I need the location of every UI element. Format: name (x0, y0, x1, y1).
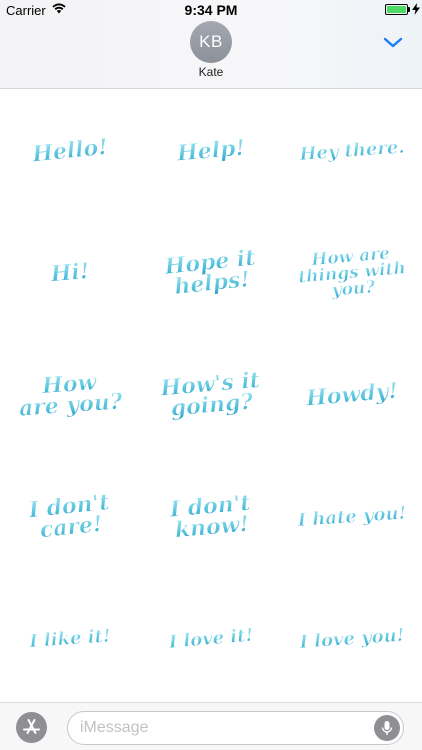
sticker-text: Hello! (30, 134, 109, 168)
chevron-down-icon[interactable] (382, 34, 404, 50)
avatar[interactable]: KB (190, 21, 232, 63)
sticker-text: Hey there. (298, 137, 405, 165)
imessage-input[interactable] (80, 712, 360, 744)
sticker-text: I hate you! (296, 503, 407, 532)
battery-tip (408, 7, 410, 12)
message-input-bar (0, 702, 422, 750)
sticker-item[interactable]: I love it! (141, 577, 281, 699)
status-bar: Carrier 9:34 PM (0, 0, 422, 20)
sticker-item[interactable]: How are things with you? (282, 211, 422, 333)
sticker-text: I like it! (28, 625, 112, 652)
sticker-item[interactable]: I don't care! (0, 455, 140, 577)
battery-indicator (385, 4, 408, 15)
sticker-text: care! (39, 511, 104, 543)
sticker-text: I love it! (167, 625, 254, 653)
contact-name[interactable]: Kate (0, 65, 422, 79)
sticker-text: Howdy! (304, 378, 399, 412)
sticker-text: know! (174, 511, 250, 543)
clock: 9:34 PM (184, 2, 238, 18)
sticker-item[interactable]: Hello! (0, 89, 140, 211)
sticker-item[interactable]: How are you? (0, 333, 140, 455)
sticker-item[interactable]: Howdy! (282, 333, 422, 455)
microphone-icon[interactable] (374, 715, 400, 741)
sticker-text: you? (330, 277, 377, 301)
message-field[interactable] (67, 711, 404, 745)
sticker-text: Hi! (49, 258, 91, 287)
sticker-text: Help! (175, 135, 246, 167)
imessage-sticker-screen: Carrier 9:34 PM KB Kate Hello! Help! Hey… (0, 0, 422, 750)
sticker-item[interactable]: Help! (141, 89, 281, 211)
sticker-item[interactable]: I hate you! (282, 455, 422, 577)
sticker-item[interactable]: Hi! (0, 211, 140, 333)
app-store-icon[interactable] (16, 712, 47, 743)
sticker-item[interactable]: Hope it helps! (141, 211, 281, 333)
sticker-item[interactable]: I don't know! (141, 455, 281, 577)
sticker-grid: Hello! Help! Hey there. Hi! Hope it helps! How… (0, 89, 422, 701)
sticker-text: I love you! (298, 625, 405, 653)
bolt-icon (412, 3, 420, 15)
sticker-item[interactable]: I like it! (0, 577, 140, 699)
battery-fill (387, 6, 406, 13)
sticker-item[interactable]: How's it going? (141, 333, 281, 455)
conversation-header: Carrier 9:34 PM KB Kate (0, 0, 422, 89)
sticker-item[interactable]: Hey there. (282, 89, 422, 211)
sticker-item[interactable]: I love you! (282, 577, 422, 699)
sticker-text: are you? (18, 388, 125, 421)
